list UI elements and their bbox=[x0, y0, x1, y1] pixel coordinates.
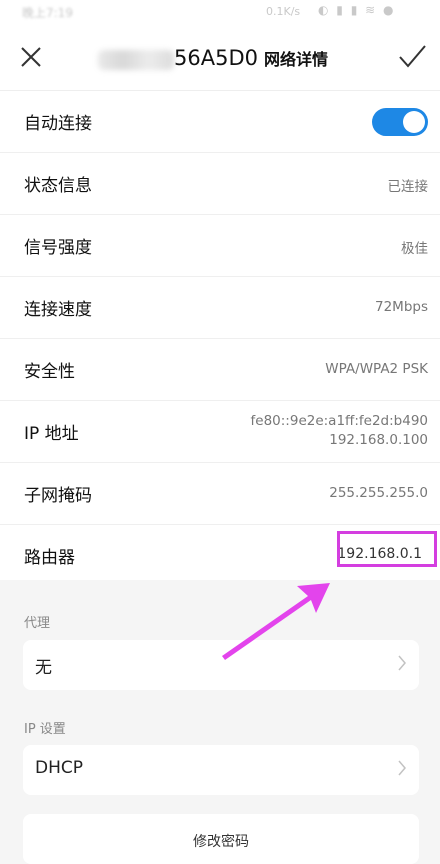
status-net-rate: 0.1K/s bbox=[266, 5, 301, 18]
row-label: 安全性 bbox=[24, 362, 75, 382]
title-bar: 56A5D0 网络详情 bbox=[0, 26, 440, 91]
row-auto-connect: 自动连接 bbox=[0, 91, 440, 153]
ipv6-address: fe80::9e2e:a1ff:fe2d:b490 bbox=[250, 413, 428, 429]
row-value: WPA/WPA2 PSK bbox=[325, 361, 428, 377]
check-icon bbox=[399, 45, 426, 68]
row-label: 状态信息 bbox=[24, 176, 92, 196]
status-icons: ◐ ▮ ▮ ≋ ● bbox=[318, 3, 396, 17]
details-list: 自动连接 状态信息 已连接 信号强度 极佳 连接速度 72Mbps 安全性 WP… bbox=[0, 91, 440, 586]
ipv4-address: 192.168.0.100 bbox=[329, 432, 428, 448]
row-value: 72Mbps bbox=[375, 299, 428, 315]
row-label: 自动连接 bbox=[24, 114, 92, 134]
row-ip-address: IP 地址 fe80::9e2e:a1ff:fe2d:b490 192.168.… bbox=[0, 401, 440, 463]
title-text: 网络详情 bbox=[263, 50, 328, 69]
router-highlight-box bbox=[337, 531, 437, 567]
ssid-redacted bbox=[98, 50, 174, 70]
row-label: IP 地址 bbox=[24, 424, 79, 444]
row-label: 连接速度 bbox=[24, 300, 92, 320]
change-password-button[interactable]: 修改密码 bbox=[23, 814, 419, 864]
close-icon bbox=[21, 47, 41, 67]
row-label: 子网掩码 bbox=[24, 486, 92, 506]
ip-settings-value: DHCP bbox=[35, 758, 83, 778]
row-label: 信号强度 bbox=[24, 238, 92, 258]
ip-settings-select[interactable]: DHCP bbox=[23, 745, 419, 795]
row-value: 255.255.255.0 bbox=[329, 485, 428, 501]
confirm-button[interactable] bbox=[394, 38, 430, 74]
row-subnet: 子网掩码 255.255.255.0 bbox=[0, 463, 440, 525]
row-speed: 连接速度 72Mbps bbox=[0, 277, 440, 339]
row-value: fe80::9e2e:a1ff:fe2d:b490 192.168.0.100 bbox=[251, 412, 428, 450]
row-value: 已连接 bbox=[387, 179, 429, 195]
row-security: 安全性 WPA/WPA2 PSK bbox=[0, 339, 440, 401]
page-title: 56A5D0 网络详情 bbox=[174, 46, 328, 70]
status-bar: 晚上7:19 0.1K/s ◐ ▮ ▮ ≋ ● bbox=[0, 0, 440, 26]
ip-settings-label: IP 设置 bbox=[24, 722, 66, 737]
proxy-value: 无 bbox=[35, 658, 52, 678]
close-button[interactable] bbox=[14, 40, 48, 74]
toggle-knob bbox=[403, 111, 425, 133]
row-status: 状态信息 已连接 bbox=[0, 153, 440, 215]
chevron-right-icon bbox=[398, 655, 406, 671]
proxy-select[interactable]: 无 bbox=[23, 640, 419, 690]
status-time: 晚上7:19 bbox=[22, 6, 73, 20]
ssid-text: 56A5D0 bbox=[174, 46, 258, 70]
change-password-label: 修改密码 bbox=[193, 834, 249, 850]
row-signal: 信号强度 极佳 bbox=[0, 215, 440, 277]
auto-connect-toggle[interactable] bbox=[372, 108, 428, 136]
row-label: 路由器 bbox=[24, 548, 75, 568]
row-value: 极佳 bbox=[401, 241, 428, 257]
proxy-label: 代理 bbox=[24, 616, 51, 631]
chevron-right-icon bbox=[398, 760, 406, 776]
